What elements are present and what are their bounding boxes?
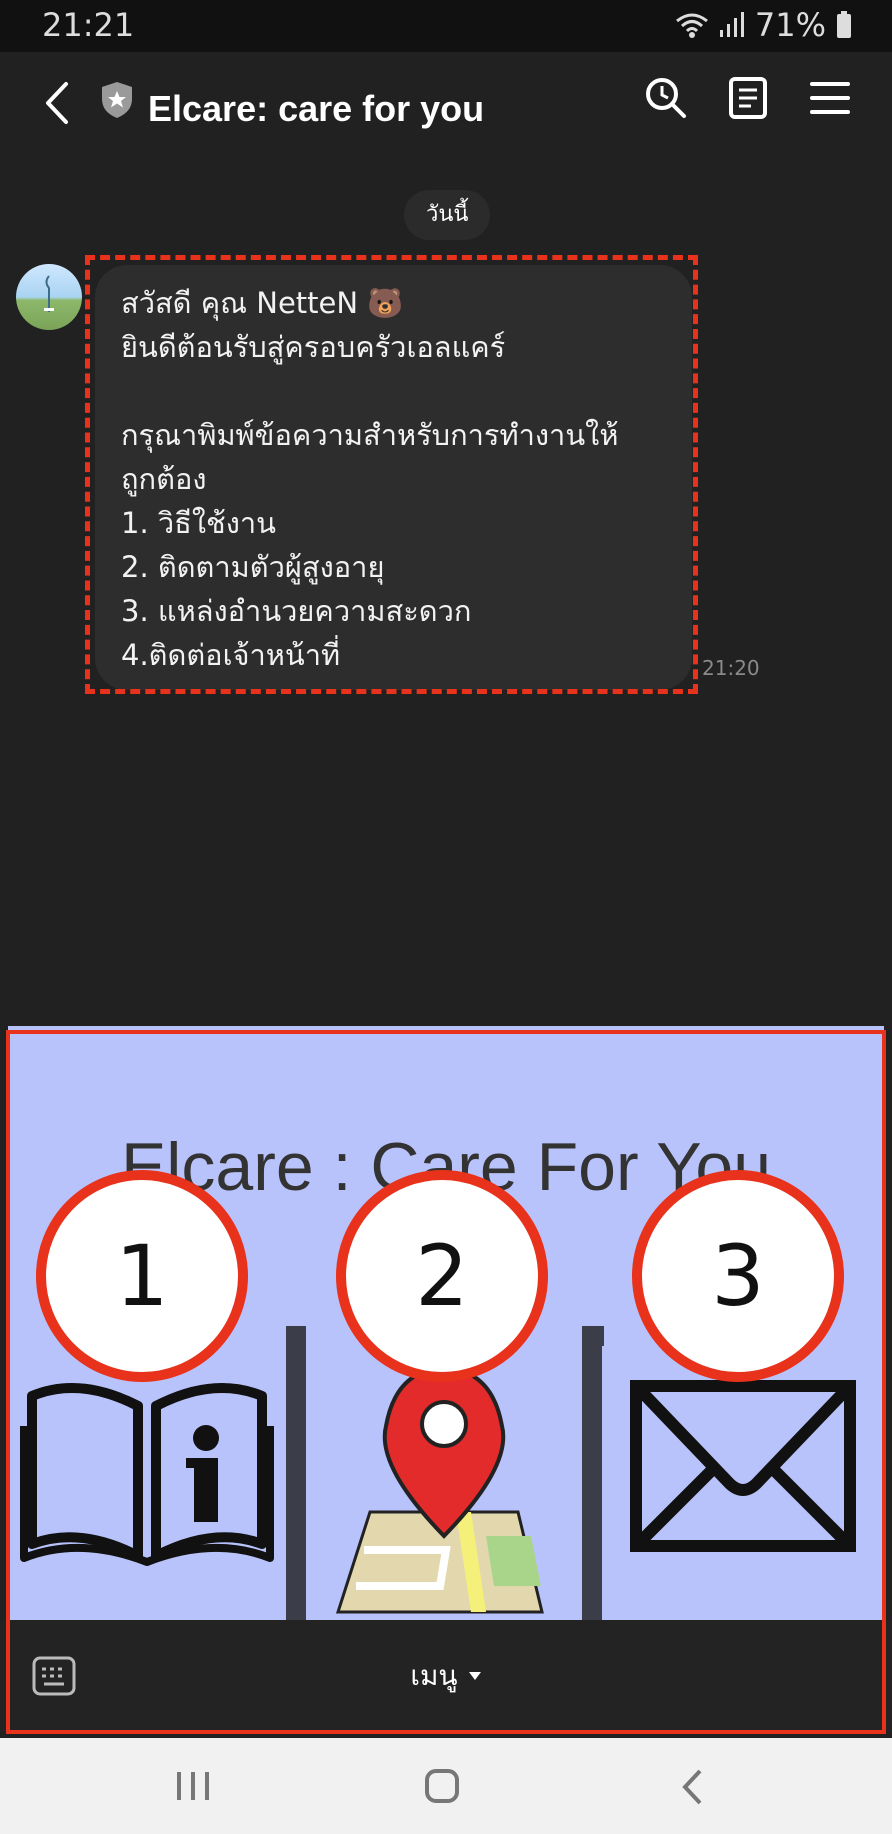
back-nav-icon[interactable] [680,1768,704,1806]
annotation-dashed-frame [85,255,698,694]
home-icon[interactable] [424,1768,460,1804]
chat-title: Elcare: care for you [148,88,485,129]
menu-toggle[interactable]: เมนู [0,1620,892,1732]
notes-icon[interactable] [728,76,768,120]
search-icon[interactable] [644,76,688,120]
status-time: 21:21 [42,6,135,44]
annotation-badge-2: 2 [336,1170,548,1382]
signal-icon [719,12,744,37]
message-timestamp: 21:20 [702,656,760,680]
tile-separator [286,1326,306,1636]
recent-apps-icon[interactable] [176,1770,210,1802]
rich-menu-bar: เมนู [0,1620,892,1732]
book-info-icon [20,1383,274,1566]
system-nav-bar [0,1738,892,1834]
mail-icon [630,1380,856,1552]
battery-percent: 71% [754,6,826,44]
status-icons: 71% [675,6,852,44]
battery-icon [837,11,851,38]
annotation-badge-3: 3 [632,1170,844,1382]
avatar-image [44,275,54,312]
shield-icon [102,82,132,118]
back-arrow-icon[interactable] [42,80,72,126]
tile-separator [582,1326,602,1636]
menu-label: เมนู [410,1659,458,1692]
chat-header: Elcare: care for you [0,52,892,172]
caret-down-icon [468,1672,481,1680]
menu-icon[interactable] [810,80,850,116]
status-bar: 21:21 71% [0,0,892,52]
wifi-icon [675,13,708,38]
date-chip: วันนี้ [404,190,491,240]
annotation-badge-1: 1 [36,1170,248,1382]
avatar[interactable] [16,264,82,330]
